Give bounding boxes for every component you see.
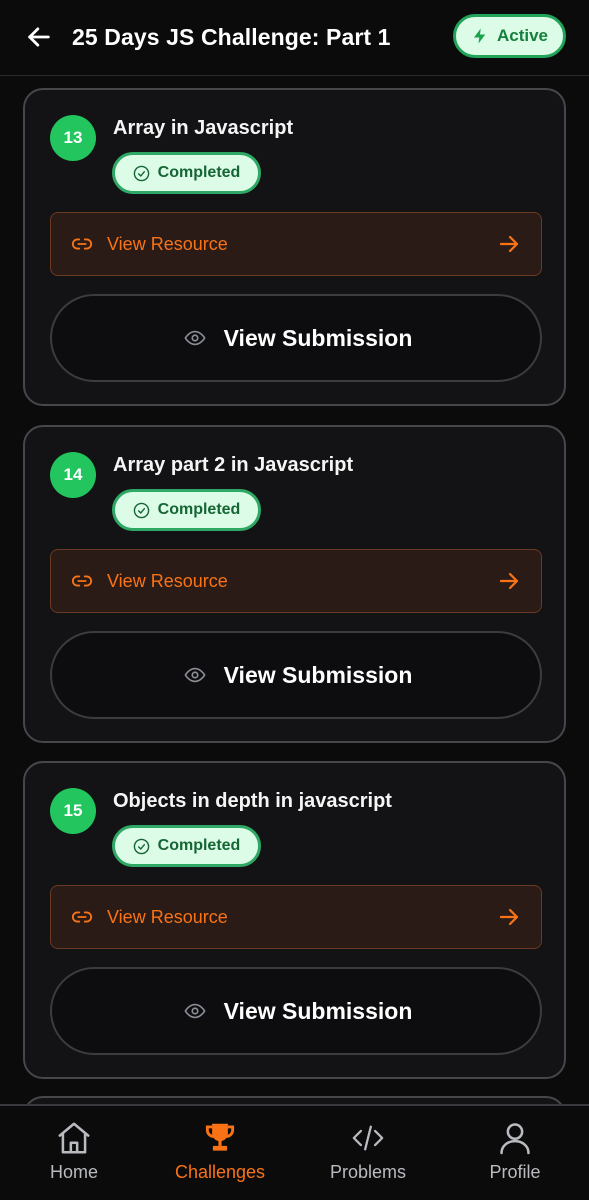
status-badge-label: Active [496,26,549,45]
nav-item-problems[interactable]: Problems [322,1106,414,1200]
status-badge: Active [453,14,566,58]
arrow-right-icon [499,572,519,590]
task-list: 13 Array in Javascript Completed View Re… [0,76,589,1104]
bottom-navigation: Home Challenges Problems Profile [0,1104,589,1200]
top-bar: 25 Days JS Challenge: Part 1 Active [0,0,589,76]
nav-item-challenges[interactable]: Challenges [168,1106,272,1200]
trophy-icon [205,1123,235,1151]
task-title: Array part 2 in Javascript [113,454,354,476]
check-circle-icon [133,165,149,181]
view-submission-label: View Submission [223,324,413,351]
user-icon [500,1123,530,1155]
lightning-icon [473,28,486,44]
task-title: Array in Javascript [113,117,294,139]
completed-badge-label: Completed [157,164,241,181]
check-circle-icon [133,502,149,518]
view-resource-label: View Resource [107,906,228,927]
task-card: 14 Array part 2 in Javascript Completed … [23,425,566,743]
view-submission-label: View Submission [223,661,413,688]
view-submission-button[interactable]: View Submission [50,967,542,1055]
completed-badge-label: Completed [157,837,241,854]
completed-badge: Completed [112,825,261,867]
nav-label: Home [49,1162,98,1182]
task-card: 15 Objects in depth in javascript Comple… [23,761,566,1079]
eye-icon [184,667,206,683]
view-resource-link[interactable]: View Resource [50,885,542,949]
eye-icon [184,330,206,346]
eye-icon [184,1003,206,1019]
view-submission-label: View Submission [223,997,413,1024]
nav-item-profile[interactable]: Profile [474,1106,556,1200]
nav-label: Problems [329,1162,407,1182]
task-card-partial [23,1096,566,1104]
check-circle-icon [133,838,149,854]
task-card: 13 Array in Javascript Completed View Re… [23,88,566,406]
completed-badge: Completed [112,152,261,194]
page-title: 25 Days JS Challenge: Part 1 [72,24,391,50]
task-number-badge: 15 [50,788,96,834]
arrow-right-icon [499,235,519,253]
nav-label: Challenges [174,1162,266,1182]
task-number-badge: 14 [50,452,96,498]
view-resource-label: View Resource [107,570,228,591]
arrow-right-icon [499,908,519,926]
view-resource-link[interactable]: View Resource [50,212,542,276]
home-icon [58,1122,90,1154]
challenge-screen: 25 Days JS Challenge: Part 1 Active 13 A… [0,0,589,1200]
nav-label: Profile [489,1162,541,1182]
completed-badge-label: Completed [157,501,241,518]
completed-badge: Completed [112,489,261,531]
back-button[interactable] [22,20,56,54]
view-resource-link[interactable]: View Resource [50,549,542,613]
nav-item-home[interactable]: Home [30,1106,118,1200]
arrow-left-icon [28,27,50,47]
task-number-badge: 13 [50,115,96,161]
view-submission-button[interactable]: View Submission [50,631,542,719]
task-title: Objects in depth in javascript [113,790,392,812]
link-icon [71,238,93,250]
link-icon [71,575,93,587]
view-resource-label: View Resource [107,233,228,254]
link-icon [71,911,93,923]
code-icon [352,1125,384,1151]
view-submission-button[interactable]: View Submission [50,294,542,382]
